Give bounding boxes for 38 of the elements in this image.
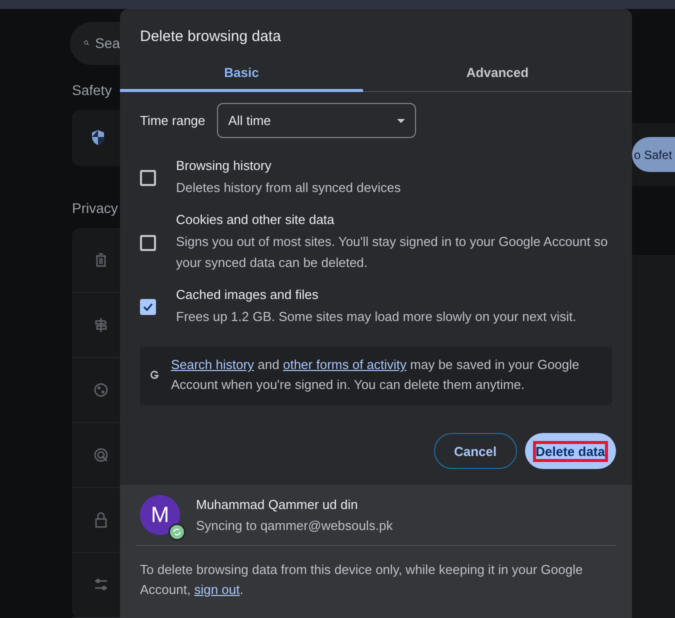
cookie-icon (93, 382, 109, 398)
checkbox[interactable] (140, 234, 156, 250)
field-label: Time range (140, 113, 206, 128)
sign-out-link[interactable]: sign out (194, 582, 240, 597)
search-field[interactable]: Sea (70, 22, 120, 65)
tab[interactable]: Advanced (363, 55, 632, 92)
checkbox[interactable] (140, 170, 156, 186)
dialog-title: Delete browsing data (139, 27, 282, 47)
footer-text: To delete browsing data from this device only, while keeping it in your Google Account, sign out. (140, 561, 584, 599)
account-name: Muhammad Qammer ud din (196, 497, 359, 512)
checkbox[interactable] (140, 299, 156, 315)
notice-text: Search history and other forms of activity may be saved in your Google Account when you're signed in. You can delete them anytime. (170, 356, 580, 394)
option-description: Frees up 1.2 GB. Some sites may load more slowly on your next visit. (176, 308, 576, 326)
activity-link[interactable]: other forms of activity (282, 357, 407, 372)
trash-icon (93, 252, 109, 268)
section-heading: Safety (72, 82, 113, 98)
option-title: Browsing history (176, 158, 272, 173)
option-title: Cookies and other site data (176, 212, 336, 227)
option-description: Deletes history from all synced devices (176, 179, 401, 197)
option-description: Signs you out of most sites. You'll stay signed in to your Google Account so your synced data can be deleted. (176, 233, 609, 272)
sliders-icon (93, 577, 109, 593)
signpost-icon (93, 317, 109, 333)
time-range-select[interactable]: All time (217, 103, 416, 138)
lock-icon (93, 512, 109, 528)
search-placeholder: Sea (95, 35, 120, 52)
shield-icon (91, 129, 105, 146)
section-heading: Privacy (72, 200, 119, 216)
option-title: Cached images and files (176, 287, 320, 302)
check-icon (143, 303, 153, 311)
safety-check-button[interactable]: o Safet (632, 137, 675, 172)
sync-status: Syncing to qammer@websouls.pk (196, 518, 393, 533)
cursor-target-icon (93, 447, 109, 463)
search-history-link[interactable]: Search history (170, 357, 254, 372)
tab[interactable]: Basic (120, 55, 363, 92)
cancel-button[interactable]: Cancel (434, 433, 517, 469)
caret-icon (397, 118, 406, 122)
delete-button[interactable]: Delete data (524, 433, 616, 469)
sync-badge-icon (168, 523, 186, 541)
